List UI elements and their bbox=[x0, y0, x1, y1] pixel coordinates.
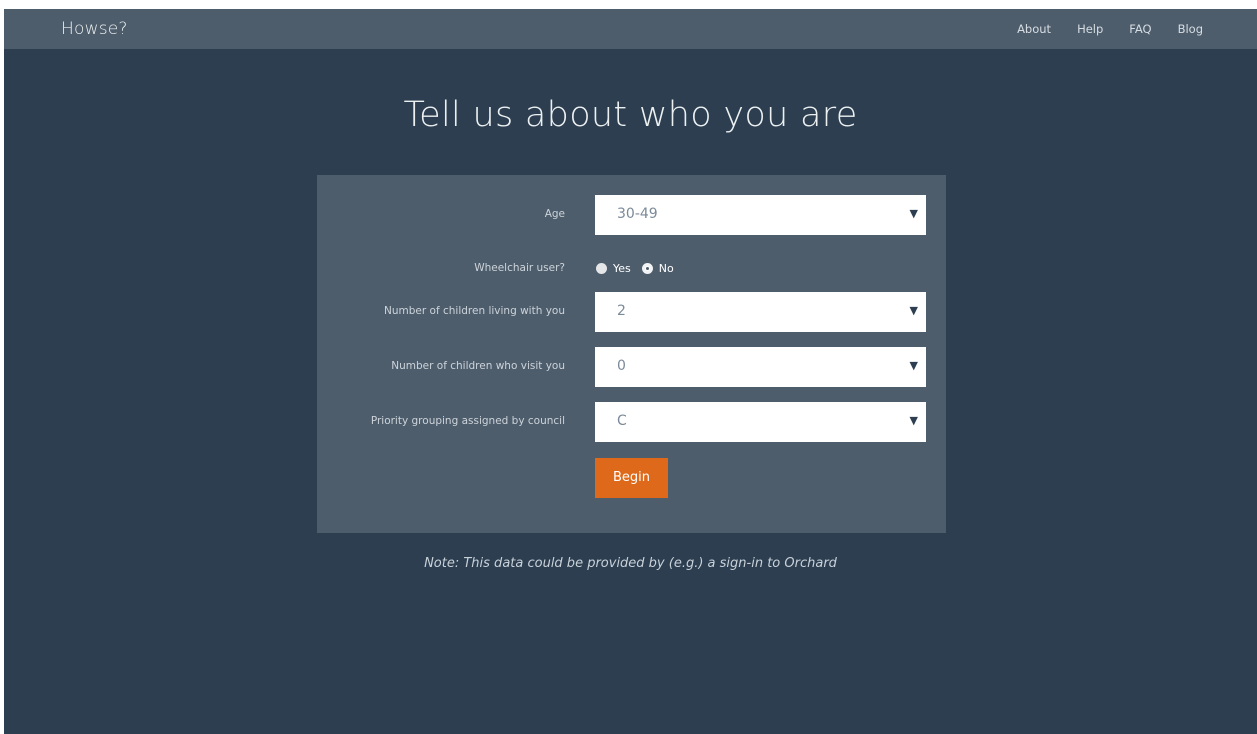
children-visit-select[interactable]: 0 ▼ bbox=[595, 347, 926, 387]
wheelchair-option-no[interactable]: No bbox=[641, 262, 674, 275]
priority-label: Priority grouping assigned by council bbox=[370, 415, 565, 427]
brand-logo[interactable]: Howse? bbox=[61, 19, 128, 39]
wheelchair-option-no-label: No bbox=[658, 262, 674, 275]
begin-button[interactable]: Begin bbox=[595, 458, 668, 498]
children-living-select[interactable]: 2 ▼ bbox=[595, 292, 926, 332]
caret-down-icon: ▼ bbox=[909, 414, 918, 427]
wheelchair-option-yes-label: Yes bbox=[613, 262, 631, 275]
priority-select-value: C bbox=[617, 413, 627, 429]
data-source-note: Note: This data could be provided by (e.… bbox=[424, 556, 837, 571]
nav-link-about[interactable]: About bbox=[1017, 22, 1051, 36]
profile-form-panel: Age 30-49 ▼ Wheelchair user? Yes No Numb… bbox=[317, 175, 946, 533]
caret-down-icon: ▼ bbox=[909, 359, 918, 372]
wheelchair-label: Wheelchair user? bbox=[474, 262, 565, 274]
page-title: Tell us about who you are bbox=[403, 95, 858, 135]
children-living-label: Number of children living with you bbox=[384, 305, 565, 317]
children-visit-label: Number of children who visit you bbox=[391, 360, 565, 372]
caret-down-icon: ▼ bbox=[909, 207, 918, 220]
age-label: Age bbox=[544, 208, 565, 220]
wheelchair-option-yes[interactable]: Yes bbox=[596, 262, 631, 275]
radio-icon[interactable] bbox=[596, 263, 607, 274]
radio-checked-icon[interactable] bbox=[641, 263, 653, 274]
wheelchair-radio-group: Yes No bbox=[596, 262, 685, 275]
nav-link-blog[interactable]: Blog bbox=[1178, 22, 1203, 36]
navbar: Howse? About Help FAQ Blog bbox=[4, 9, 1257, 49]
age-select[interactable]: 30-49 ▼ bbox=[595, 195, 926, 235]
children-living-select-value: 2 bbox=[617, 303, 626, 319]
app-frame: Howse? About Help FAQ Blog Tell us about… bbox=[4, 9, 1257, 734]
caret-down-icon: ▼ bbox=[909, 304, 918, 317]
age-select-value: 30-49 bbox=[617, 206, 658, 222]
nav-link-help[interactable]: Help bbox=[1077, 22, 1103, 36]
nav-links: About Help FAQ Blog bbox=[1017, 22, 1203, 36]
nav-link-faq[interactable]: FAQ bbox=[1129, 22, 1151, 36]
children-visit-select-value: 0 bbox=[617, 358, 626, 374]
priority-select[interactable]: C ▼ bbox=[595, 402, 926, 442]
